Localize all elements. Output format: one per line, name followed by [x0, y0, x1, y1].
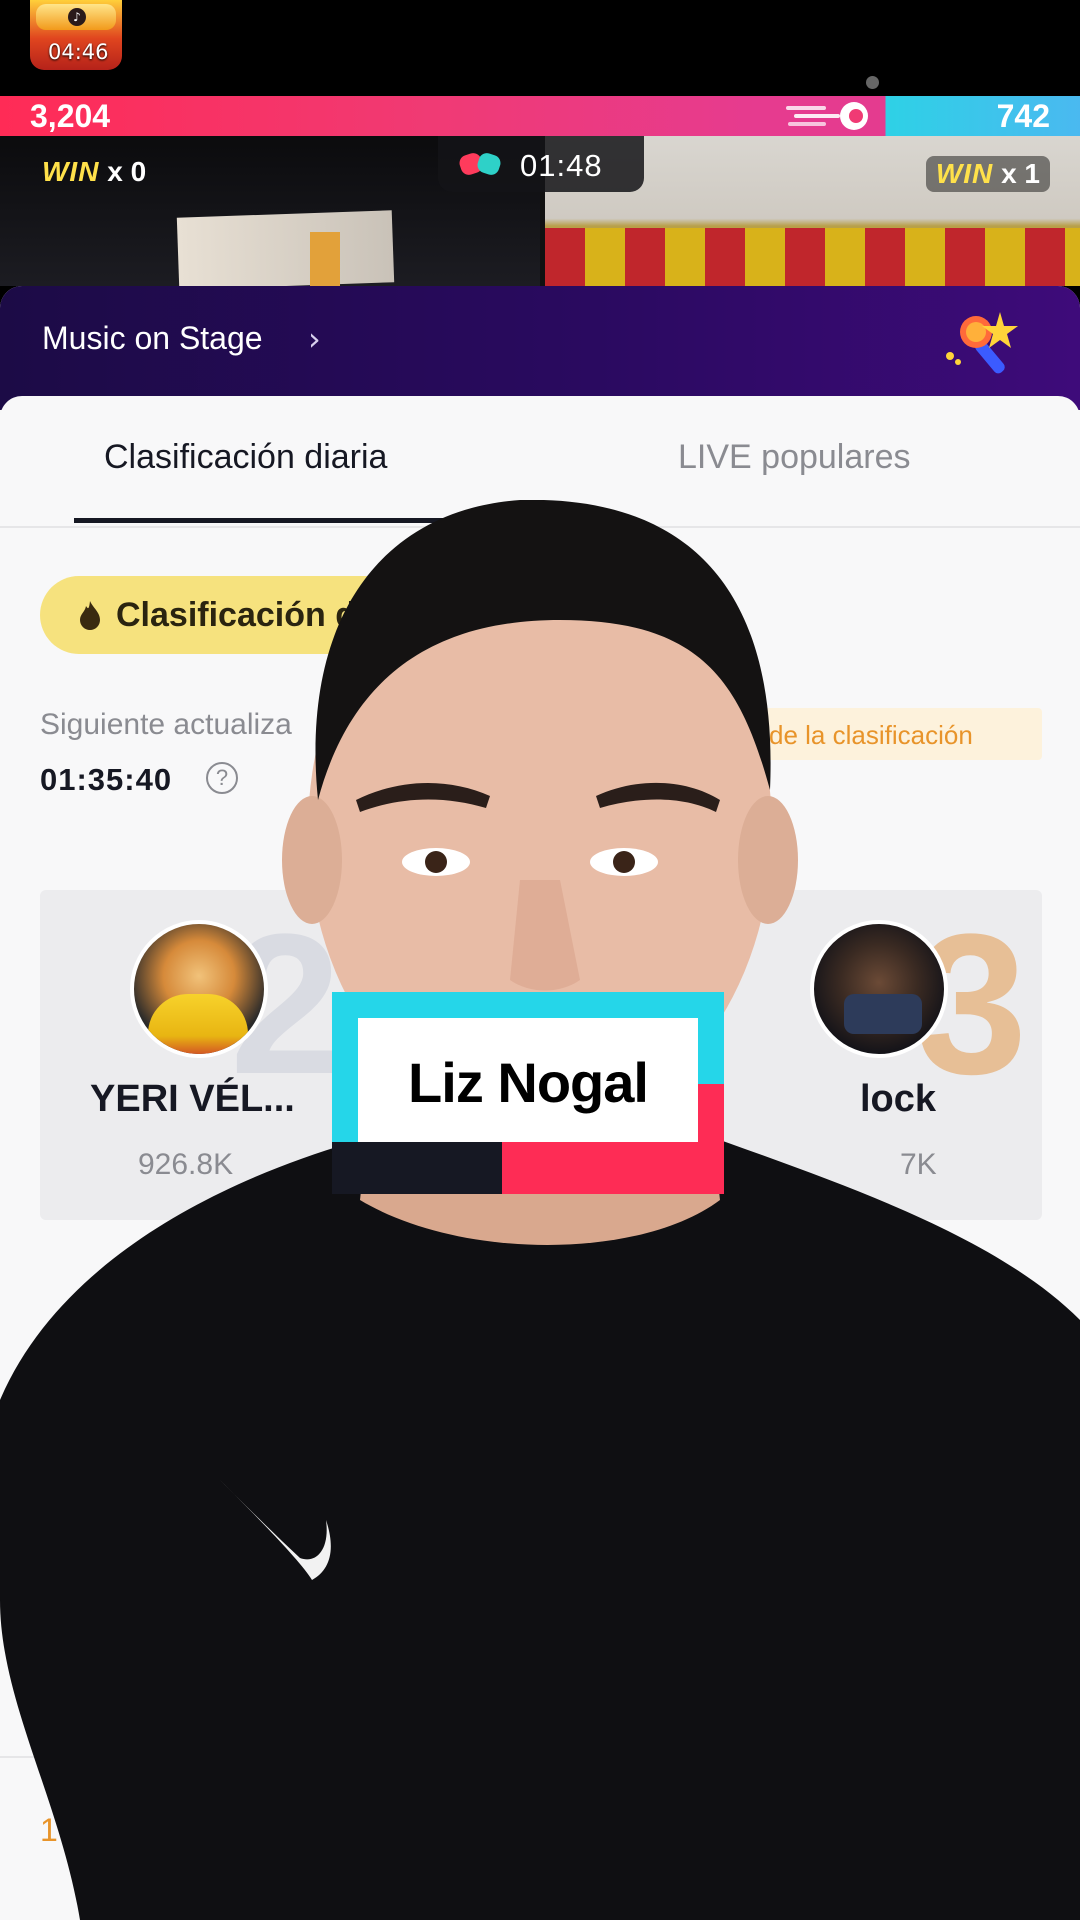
tab-popular-live[interactable]: LIVE populares [678, 438, 911, 477]
list-rank: 1 [40, 1812, 58, 1848]
avatar[interactable] [130, 920, 268, 1058]
list-item[interactable]: 1 [0, 1756, 1080, 1916]
win-counter-right: WIN x 1 [925, 156, 1050, 192]
boxing-gloves-icon [459, 153, 501, 175]
comet-icon [786, 102, 868, 130]
avatar-detail [148, 994, 248, 1054]
avatar-detail [844, 994, 922, 1034]
name-card: Liz Nogal [332, 992, 724, 1194]
win-right-count: x 1 [1001, 158, 1040, 189]
battle-score-bar: 3,204 742 [0, 96, 1080, 136]
avatar[interactable] [810, 920, 948, 1058]
score-left: 3,204 [30, 98, 111, 134]
win-word: WIN [42, 156, 100, 187]
active-tab-indicator [74, 518, 474, 523]
score-right: 742 [996, 98, 1050, 134]
background-object [310, 232, 340, 286]
ranking-type-pill[interactable]: Clasificación di [40, 576, 460, 654]
battle-timer: 01:48 [438, 136, 644, 192]
win-word: WIN [935, 158, 994, 189]
podium-score-2: 926.8K [138, 1148, 234, 1181]
tab-daily-ranking[interactable]: Clasificación diaria [104, 438, 387, 477]
top-status-bar: ♪ 04:46 [0, 0, 1080, 96]
chevron-right-icon: › [308, 320, 321, 358]
ranking-rules-link[interactable]: l de la clasificación [746, 708, 1042, 760]
camera-dot [866, 76, 879, 89]
win-counter-left: WIN x 0 [42, 156, 146, 188]
win-left-count: x 0 [107, 156, 147, 187]
podium-score-3: 7K [900, 1148, 937, 1181]
battle-timer-text: 01:48 [520, 148, 603, 183]
ranking-tabs: Clasificación diaria LIVE populares [0, 396, 1080, 528]
name-card-pink-bar [502, 1142, 724, 1194]
background-curtain [545, 228, 1080, 286]
music-note-icon: ♪ [68, 8, 86, 26]
podium-name-3[interactable]: lock [860, 1078, 936, 1121]
background-poster [176, 210, 395, 290]
podium-name-2[interactable]: YERI VÉL... [90, 1078, 295, 1121]
help-icon[interactable]: ? [206, 762, 238, 794]
avatar[interactable] [106, 1790, 202, 1886]
chest-timer: 04:46 [48, 40, 109, 64]
name-card-text: Liz Nogal [408, 1051, 649, 1114]
ranking-rules-text: l de la clasificación [756, 720, 973, 750]
name-card-pink-edge [698, 1084, 724, 1144]
next-update-label: Siguiente actualiza [40, 708, 292, 741]
battle-video-area: WIN x 0 WIN x 1 01:48 [0, 136, 1080, 290]
flame-icon [80, 601, 100, 630]
stage-title[interactable]: Music on Stage [42, 320, 263, 357]
name-card-dark-bar [332, 1142, 502, 1194]
update-countdown: 01:35:40 [40, 762, 173, 797]
microphone-star-icon [946, 312, 1018, 374]
music-on-stage-header[interactable]: Music on Stage › [0, 286, 1080, 410]
ranking-type-label: Clasificación di [116, 596, 366, 634]
